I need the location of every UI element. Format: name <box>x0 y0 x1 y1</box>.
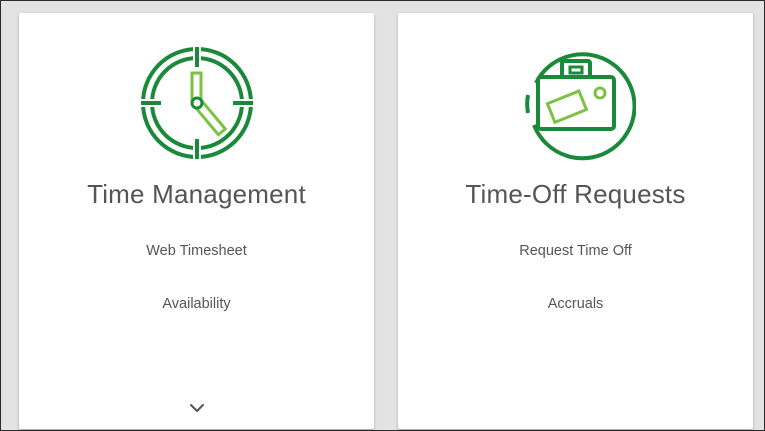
request-time-off-link[interactable]: Request Time Off <box>398 243 753 259</box>
web-timesheet-link[interactable]: Web Timesheet <box>19 243 374 259</box>
time-off-requests-card: Time-Off Requests Request Time Off Accru… <box>398 13 753 429</box>
card-title: Time-Off Requests <box>465 179 686 209</box>
availability-link[interactable]: Availability <box>19 296 374 312</box>
suitcase-icon <box>516 43 636 163</box>
clock-icon <box>137 43 257 163</box>
app-frame: Time Management Web Timesheet Availabili… <box>0 0 765 431</box>
time-management-card: Time Management Web Timesheet Availabili… <box>19 13 374 429</box>
card-title: Time Management <box>87 179 306 209</box>
accruals-link[interactable]: Accruals <box>398 296 753 312</box>
chevron-down-icon[interactable] <box>185 399 209 419</box>
